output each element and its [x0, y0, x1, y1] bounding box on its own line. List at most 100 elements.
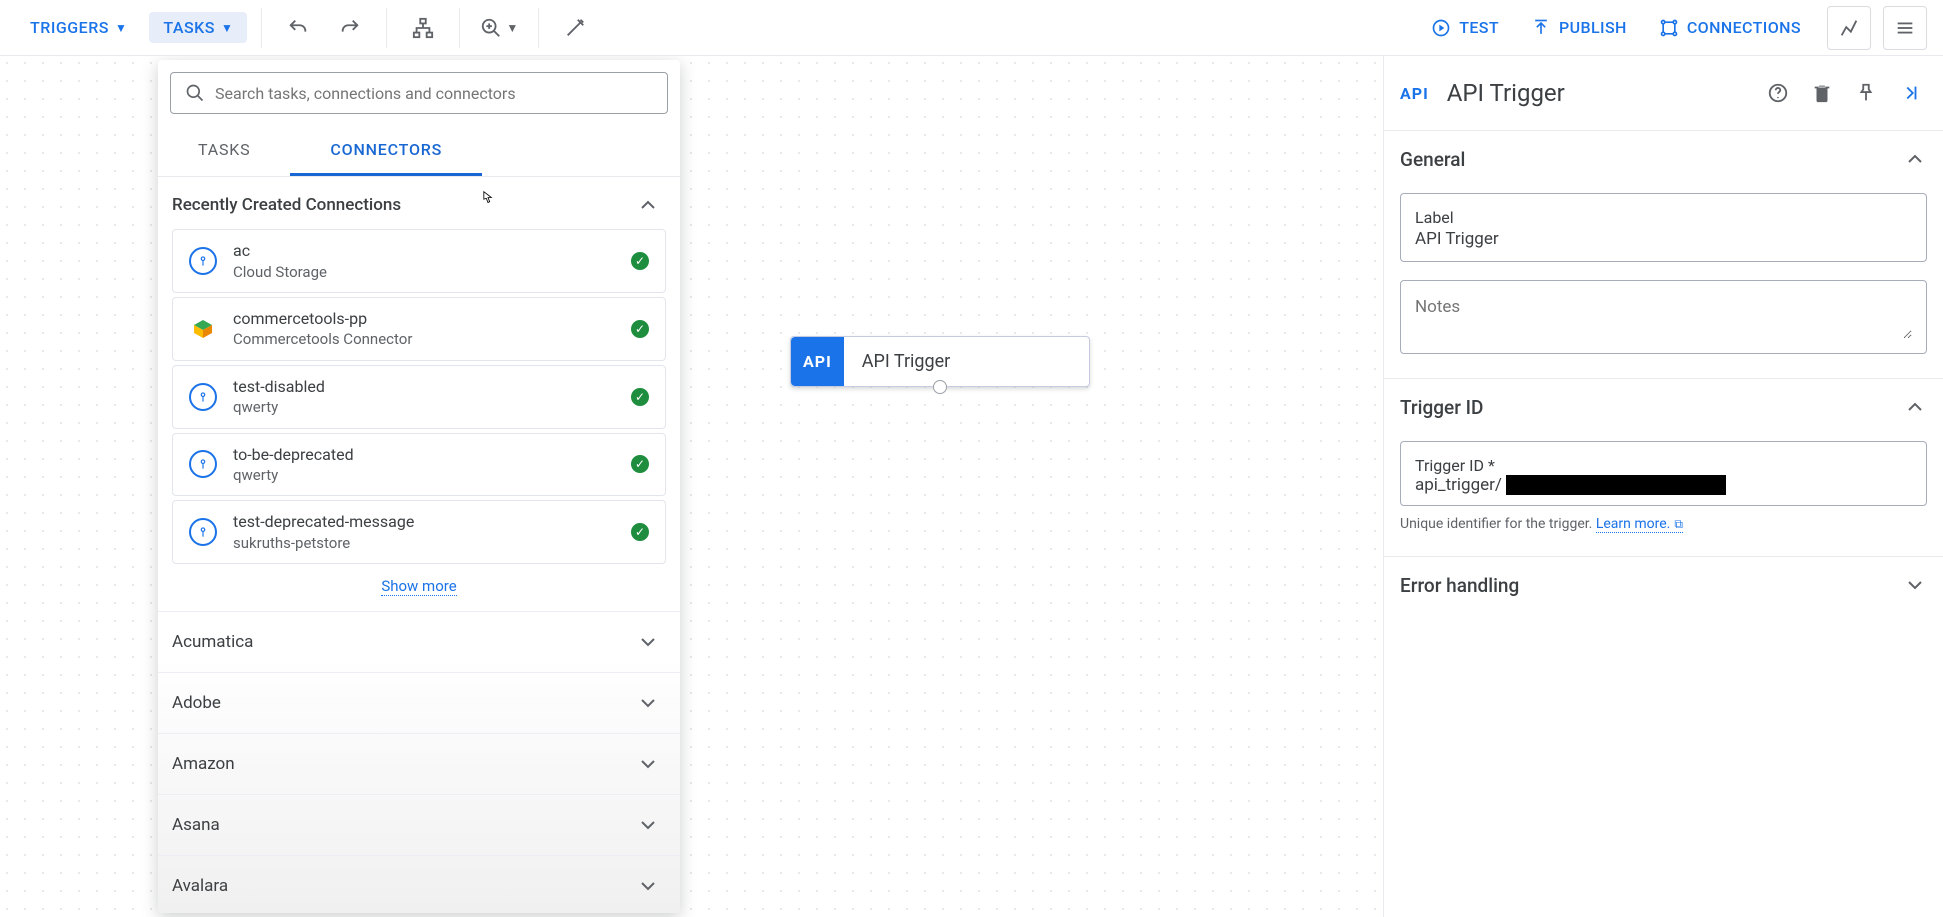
- redacted-value: [1506, 475, 1726, 495]
- node-label: API Trigger: [844, 337, 969, 386]
- connection-item[interactable]: test-disabled qwerty ✓: [172, 365, 666, 429]
- connection-texts: to-be-deprecated qwerty: [233, 444, 615, 486]
- connection-item[interactable]: to-be-deprecated qwerty ✓: [172, 433, 666, 497]
- publish-button[interactable]: PUBLISH: [1517, 10, 1641, 46]
- top-toolbar: TRIGGERS ▼ TASKS ▼ ▼: [0, 0, 1943, 56]
- test-button[interactable]: TEST: [1417, 10, 1513, 46]
- triggerid-help: Unique identifier for the trigger. Learn…: [1400, 516, 1927, 532]
- chevron-down-icon: [636, 691, 660, 715]
- separator: [538, 8, 539, 48]
- connection-item[interactable]: commercetools-pp Commercetools Connector…: [172, 297, 666, 361]
- chevron-down-icon: [636, 874, 660, 898]
- connection-item[interactable]: ac Cloud Storage ✓: [172, 229, 666, 293]
- section-error-handling: Error handling: [1384, 556, 1943, 613]
- undo-button[interactable]: [276, 6, 320, 50]
- label-field[interactable]: Label: [1400, 193, 1927, 262]
- connector-icon: [189, 450, 217, 478]
- layout-button[interactable]: [401, 6, 445, 50]
- undo-icon: [287, 17, 309, 39]
- connector-icon: [189, 383, 217, 411]
- vendor-row[interactable]: Acumatica: [158, 611, 680, 672]
- wand-button[interactable]: [553, 6, 597, 50]
- connections-button[interactable]: CONNECTIONS: [1645, 10, 1815, 46]
- panel-actions: [1761, 76, 1927, 110]
- node-output-port[interactable]: [933, 380, 947, 394]
- show-more-link[interactable]: Show more: [381, 577, 456, 596]
- show-more-row: Show more: [172, 568, 666, 611]
- vendor-row[interactable]: Amazon: [158, 733, 680, 794]
- status-ok-icon: ✓: [631, 455, 649, 473]
- triggers-dropdown[interactable]: TRIGGERS ▼: [16, 12, 141, 43]
- search-icon: [185, 83, 205, 103]
- chevron-down-icon: [636, 752, 660, 776]
- section-title: Error handling: [1400, 574, 1519, 597]
- connection-item[interactable]: test-deprecated-message sukruths-petstor…: [172, 500, 666, 564]
- section-header-triggerid[interactable]: Trigger ID: [1400, 395, 1927, 431]
- tasks-dropdown[interactable]: TASKS ▼: [149, 12, 247, 43]
- separator: [261, 8, 262, 48]
- triggerid-field[interactable]: Trigger ID * api_trigger/: [1400, 441, 1927, 506]
- chevron-up-icon: [636, 193, 660, 217]
- chevron-up-icon: [1903, 147, 1927, 171]
- panel-title: API Trigger: [1447, 79, 1743, 107]
- connection-sub: Cloud Storage: [233, 262, 615, 282]
- label-input[interactable]: [1415, 227, 1912, 251]
- section-title: Trigger ID: [1400, 396, 1483, 419]
- collapse-right-icon: [1899, 82, 1921, 104]
- tab-connectors[interactable]: CONNECTORS: [290, 126, 482, 176]
- zoom-button[interactable]: ▼: [474, 6, 524, 50]
- connection-name: test-disabled: [233, 376, 615, 398]
- vendor-row[interactable]: Adobe: [158, 672, 680, 733]
- connection-name: commercetools-pp: [233, 308, 615, 330]
- connector-icon: [189, 518, 217, 546]
- section-header-general[interactable]: General: [1400, 147, 1927, 183]
- status-ok-icon: ✓: [631, 252, 649, 270]
- panel-scroll[interactable]: Recently Created Connections ac Cloud St…: [158, 177, 680, 913]
- vendor-name: Adobe: [172, 693, 221, 713]
- connection-texts: test-deprecated-message sukruths-petstor…: [233, 511, 615, 553]
- status-ok-icon: ✓: [631, 320, 649, 338]
- delete-button[interactable]: [1805, 76, 1839, 110]
- canvas[interactable]: API API Trigger TASKS CONNECTORS Recentl…: [0, 56, 1943, 917]
- panel-header: API API Trigger: [1384, 56, 1943, 130]
- search-input[interactable]: [215, 84, 653, 103]
- chevron-down-icon: ▼: [221, 21, 233, 35]
- wand-icon: [564, 17, 586, 39]
- menu-button[interactable]: [1883, 6, 1927, 50]
- section-header-error[interactable]: Error handling: [1400, 573, 1927, 597]
- top-right-group: TEST PUBLISH CONNECTIONS: [1417, 6, 1927, 50]
- notes-field[interactable]: [1400, 280, 1927, 354]
- tasks-label: TASKS: [163, 18, 215, 37]
- connection-texts: commercetools-pp Commercetools Connector: [233, 308, 615, 350]
- pin-button[interactable]: [1849, 76, 1883, 110]
- trash-icon: [1811, 82, 1833, 104]
- collapse-button[interactable]: [1893, 76, 1927, 110]
- field-label: Trigger ID *: [1415, 456, 1495, 475]
- notes-input[interactable]: [1415, 295, 1912, 339]
- triggers-label: TRIGGERS: [30, 18, 109, 37]
- node-badge: API: [791, 337, 844, 386]
- connections-label: CONNECTIONS: [1687, 18, 1801, 37]
- node-api-trigger[interactable]: API API Trigger: [790, 336, 1090, 387]
- learn-more-link[interactable]: Learn more.⧉: [1596, 516, 1683, 533]
- chevron-down-icon: ▼: [115, 21, 127, 35]
- section-trigger-id: Trigger ID Trigger ID * api_trigger/ Uni…: [1384, 378, 1943, 556]
- search-box[interactable]: [170, 72, 668, 114]
- pin-icon: [1855, 82, 1877, 104]
- stats-button[interactable]: [1827, 6, 1871, 50]
- redo-icon: [339, 17, 361, 39]
- connection-sub: Commercetools Connector: [233, 329, 615, 349]
- tab-tasks[interactable]: TASKS: [158, 126, 290, 176]
- help-button[interactable]: [1761, 76, 1795, 110]
- help-icon: [1767, 82, 1789, 104]
- redo-button[interactable]: [328, 6, 372, 50]
- test-label: TEST: [1459, 18, 1499, 37]
- section-recent-connections[interactable]: Recently Created Connections: [158, 177, 680, 229]
- separator: [459, 8, 460, 48]
- panel-badge: API: [1400, 84, 1429, 103]
- zoom-in-icon: [480, 17, 502, 39]
- vendor-row[interactable]: Asana: [158, 794, 680, 855]
- vendor-row[interactable]: Avalara: [158, 855, 680, 913]
- connections-icon: [1659, 18, 1679, 38]
- separator: [386, 8, 387, 48]
